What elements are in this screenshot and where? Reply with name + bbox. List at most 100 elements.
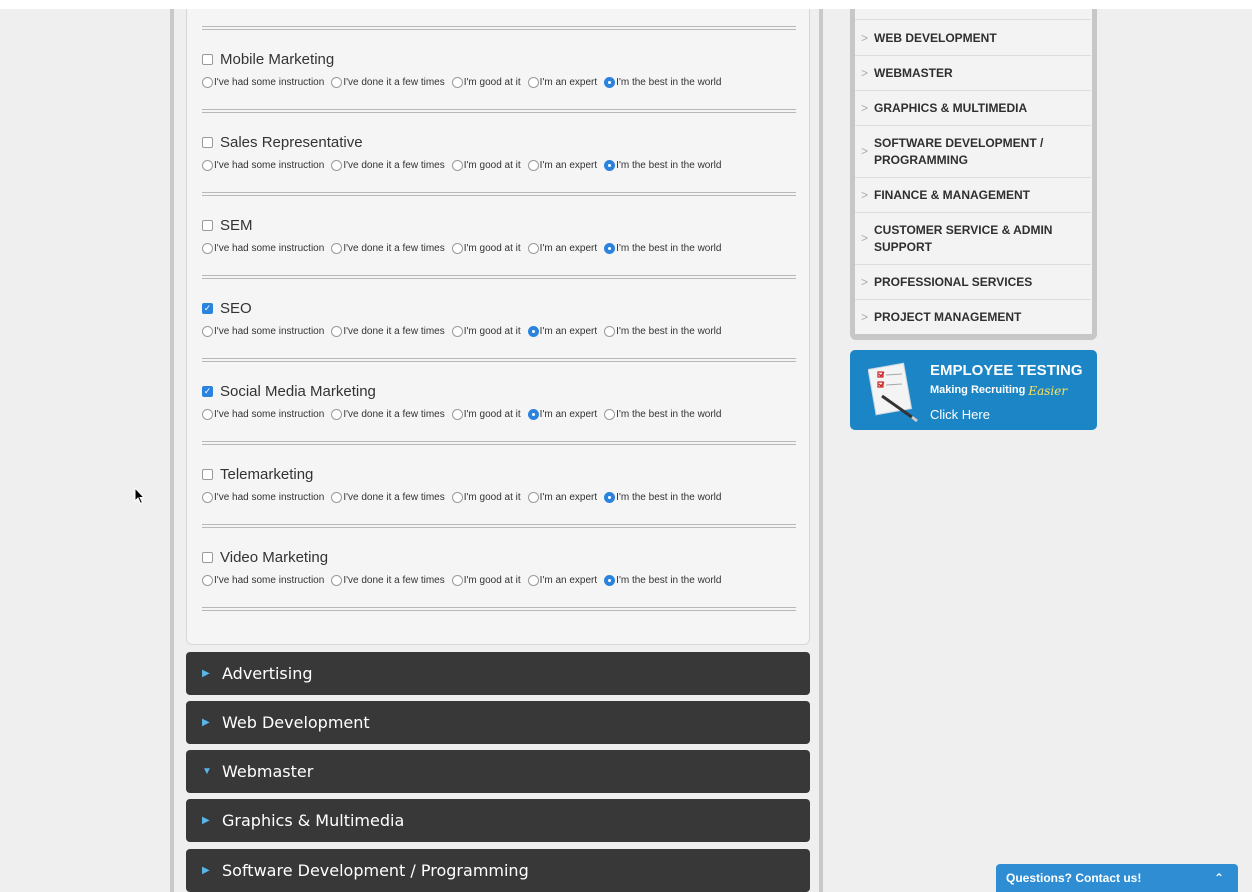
- level-radio[interactable]: [331, 76, 343, 88]
- level-radio[interactable]: [202, 242, 213, 254]
- level-option[interactable]: I've had some instruction: [202, 76, 324, 88]
- level-radio[interactable]: [604, 574, 616, 586]
- level-option[interactable]: I'm good at it: [451, 574, 521, 586]
- level-option[interactable]: I'm an expert: [527, 574, 597, 586]
- sidebar-item-professional-services[interactable]: > PROFESSIONAL SERVICES: [855, 265, 1091, 300]
- accordion-webmaster[interactable]: ▼ Webmaster: [186, 750, 810, 793]
- level-radio[interactable]: [527, 574, 539, 586]
- level-option[interactable]: I'm good at it: [451, 325, 521, 337]
- skill-checkbox[interactable]: [202, 468, 213, 480]
- level-option[interactable]: I've done it a few times: [331, 242, 445, 254]
- level-radio[interactable]: [604, 491, 616, 503]
- level-radio[interactable]: [604, 325, 616, 337]
- employee-testing-banner[interactable]: EMPLOYEE TESTING Making Recruiting Easie…: [850, 350, 1097, 430]
- level-option[interactable]: I'm good at it: [451, 408, 521, 420]
- level-radio[interactable]: [331, 408, 343, 420]
- skill-checkbox[interactable]: ✓: [202, 385, 213, 397]
- skill-row: SEM I've had some instruction I've done …: [202, 215, 796, 259]
- level-option[interactable]: I'm good at it: [451, 76, 521, 88]
- level-option[interactable]: I'm an expert: [527, 159, 597, 171]
- level-radio[interactable]: [451, 491, 463, 503]
- level-radio[interactable]: [202, 491, 213, 503]
- level-option[interactable]: I'm an expert: [527, 325, 597, 337]
- level-option[interactable]: I'm good at it: [451, 242, 521, 254]
- accordion-web-development[interactable]: ▶ Web Development: [186, 701, 810, 744]
- level-radio[interactable]: [604, 159, 616, 171]
- level-radio[interactable]: [331, 159, 343, 171]
- accordion-graphics-multimedia[interactable]: ▶ Graphics & Multimedia: [186, 799, 810, 842]
- level-option[interactable]: I've had some instruction: [202, 159, 324, 171]
- level-radio[interactable]: [604, 242, 616, 254]
- level-option[interactable]: I've done it a few times: [331, 491, 445, 503]
- level-option[interactable]: I'm the best in the world: [604, 159, 721, 171]
- level-radio[interactable]: [331, 242, 343, 254]
- level-radio[interactable]: [527, 408, 539, 420]
- level-option[interactable]: I've done it a few times: [331, 574, 445, 586]
- level-option[interactable]: I've had some instruction: [202, 491, 324, 503]
- level-option[interactable]: I'm the best in the world: [604, 325, 721, 337]
- level-option[interactable]: I've had some instruction: [202, 325, 324, 337]
- level-option[interactable]: I'm the best in the world: [604, 491, 721, 503]
- level-radio[interactable]: [451, 408, 463, 420]
- level-radio[interactable]: [527, 325, 539, 337]
- skill-checkbox[interactable]: ✓: [202, 302, 213, 314]
- level-option[interactable]: I'm an expert: [527, 408, 597, 420]
- level-option[interactable]: I've had some instruction: [202, 242, 324, 254]
- level-label: I'm good at it: [463, 574, 521, 586]
- level-radio[interactable]: [331, 574, 343, 586]
- level-option[interactable]: I've had some instruction: [202, 408, 324, 420]
- banner-cta[interactable]: Click Here: [930, 407, 990, 422]
- level-radio[interactable]: [202, 325, 213, 337]
- level-option[interactable]: I've done it a few times: [331, 408, 445, 420]
- level-radio[interactable]: [331, 491, 343, 503]
- level-option[interactable]: I'm good at it: [451, 159, 521, 171]
- skill-checkbox[interactable]: [202, 136, 213, 148]
- level-option[interactable]: I've done it a few times: [331, 159, 445, 171]
- top-edge: [0, 0, 1252, 9]
- chevron-up-icon[interactable]: ⌃: [1214, 871, 1224, 885]
- sidebar-item-project-management[interactable]: > PROJECT MANAGEMENT: [855, 300, 1091, 334]
- level-option[interactable]: I'm an expert: [527, 491, 597, 503]
- sidebar-item-graphics-multimedia[interactable]: > GRAPHICS & MULTIMEDIA: [855, 91, 1091, 126]
- skill-checkbox[interactable]: [202, 219, 213, 231]
- sidebar-item-label: WEB DEVELOPMENT: [874, 30, 997, 45]
- level-radio[interactable]: [527, 242, 539, 254]
- skill-checkbox[interactable]: [202, 551, 213, 563]
- level-option[interactable]: I'm an expert: [527, 242, 597, 254]
- level-option[interactable]: I'm an expert: [527, 76, 597, 88]
- level-radio[interactable]: [451, 325, 463, 337]
- level-radio[interactable]: [527, 159, 539, 171]
- sidebar-item-customer-service[interactable]: > CUSTOMER SERVICE & ADMIN SUPPORT: [855, 213, 1091, 265]
- category-list: > WEB DEVELOPMENT > WEBMASTER > GRAPHICS & …: [855, 9, 1092, 334]
- accordion-software-development[interactable]: ▶ Software Development / Programming: [186, 849, 810, 892]
- level-radio[interactable]: [202, 574, 213, 586]
- sidebar-item-finance-management[interactable]: > FINANCE & MANAGEMENT: [855, 178, 1091, 213]
- accordion-label: Software Development / Programming: [222, 861, 529, 880]
- contact-chat-widget[interactable]: Questions? Contact us! ⌃: [996, 864, 1238, 892]
- level-radio[interactable]: [202, 408, 213, 420]
- level-radio[interactable]: [451, 76, 463, 88]
- level-option[interactable]: I've done it a few times: [331, 76, 445, 88]
- level-radio[interactable]: [604, 76, 616, 88]
- sidebar-item-software-development[interactable]: > SOFTWARE DEVELOPMENT / PROGRAMMING: [855, 126, 1091, 178]
- level-option[interactable]: I've had some instruction: [202, 574, 324, 586]
- level-radio[interactable]: [451, 242, 463, 254]
- level-radio[interactable]: [527, 76, 539, 88]
- level-option[interactable]: I'm the best in the world: [604, 76, 721, 88]
- level-option[interactable]: I'm the best in the world: [604, 408, 721, 420]
- level-option[interactable]: I'm good at it: [451, 491, 521, 503]
- sidebar-item-web-development[interactable]: > WEB DEVELOPMENT: [855, 21, 1091, 56]
- level-option[interactable]: I'm the best in the world: [604, 574, 721, 586]
- level-radio[interactable]: [202, 76, 213, 88]
- skill-checkbox[interactable]: [202, 53, 213, 65]
- accordion-advertising[interactable]: ▶ Advertising: [186, 652, 810, 695]
- level-radio[interactable]: [202, 159, 213, 171]
- level-option[interactable]: I've done it a few times: [331, 325, 445, 337]
- level-radio[interactable]: [604, 408, 616, 420]
- level-radio[interactable]: [331, 325, 343, 337]
- level-option[interactable]: I'm the best in the world: [604, 242, 721, 254]
- level-radio[interactable]: [527, 491, 539, 503]
- sidebar-item-webmaster[interactable]: > WEBMASTER: [855, 56, 1091, 91]
- level-radio[interactable]: [451, 159, 463, 171]
- level-radio[interactable]: [451, 574, 463, 586]
